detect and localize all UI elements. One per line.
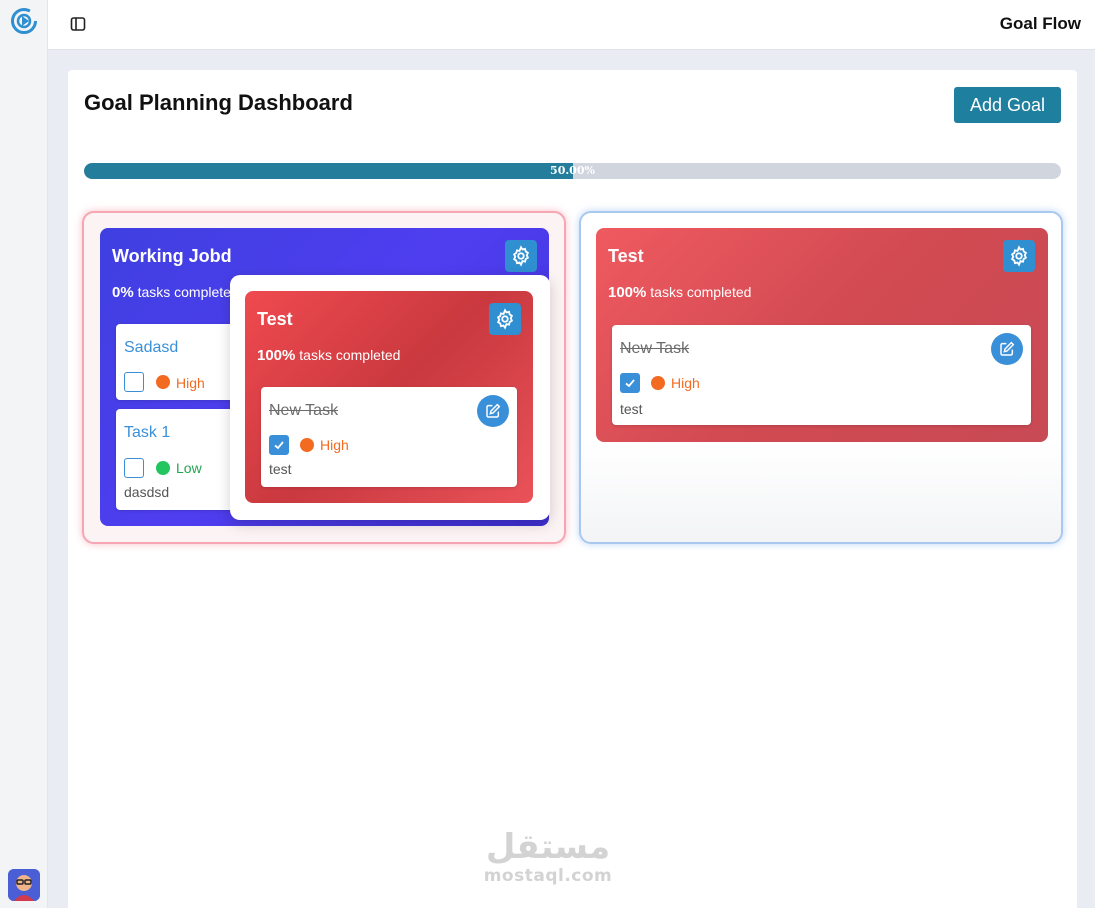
task-card[interactable]: New Task High test xyxy=(612,325,1031,425)
goal-target-icon[interactable] xyxy=(10,7,38,35)
page-title: Goal Planning Dashboard xyxy=(84,90,353,115)
watermark: مستقل mostaql.com xyxy=(482,828,614,886)
priority-label: High xyxy=(320,437,349,453)
watermark-latin: mostaql.com xyxy=(483,866,613,886)
task-description: test xyxy=(620,401,643,417)
goal-title: Test xyxy=(257,309,293,329)
priority-dot xyxy=(156,461,170,475)
goal-completion: 100% tasks completed xyxy=(608,284,751,301)
dashboard-panel: Goal Planning Dashboard Add Goal 50.00% … xyxy=(68,70,1077,908)
task-checkbox[interactable] xyxy=(620,373,640,393)
check-icon xyxy=(625,379,635,388)
drag-preview[interactable]: Test 100% tasks completed New Task High … xyxy=(230,275,550,520)
task-card[interactable]: Sadasd High xyxy=(116,324,246,400)
add-goal-button[interactable]: Add Goal xyxy=(954,87,1061,123)
edit-icon[interactable] xyxy=(991,333,1023,365)
progress-label: 50.00% xyxy=(550,164,595,177)
overall-progress-bar: 50.00% xyxy=(84,163,1061,179)
check-icon xyxy=(274,441,284,450)
task-title: New Task xyxy=(269,402,339,419)
goal-percent: 0% xyxy=(112,284,134,301)
priority-dot xyxy=(300,438,314,452)
goal-title: Working Jobd xyxy=(112,246,232,266)
left-rail xyxy=(0,0,48,908)
goal-title: Test xyxy=(608,246,644,266)
task-title: Task 1 xyxy=(124,424,171,441)
task-title: Sadasd xyxy=(124,339,179,356)
goal-card[interactable]: Test 100% tasks completed New Task High … xyxy=(596,228,1048,442)
avatar[interactable] xyxy=(8,869,40,901)
task-description: dasdsd xyxy=(124,484,170,500)
watermark-arabic: مستقل xyxy=(485,827,611,867)
task-card[interactable]: Task 1 Low dasdsd xyxy=(116,409,246,510)
goal-completion: 100% tasks completed xyxy=(257,347,400,364)
priority-dot xyxy=(156,375,170,389)
task-checkbox[interactable] xyxy=(124,372,144,392)
goal-card[interactable]: Test 100% tasks completed New Task High … xyxy=(245,291,533,503)
priority-dot xyxy=(651,376,665,390)
priority-label: High xyxy=(671,375,700,391)
app-title: Goal Flow xyxy=(999,14,1081,33)
goal-percent: 100% xyxy=(608,284,647,301)
gear-icon[interactable] xyxy=(505,240,537,272)
goal-percent-suffix: tasks completed xyxy=(295,347,401,363)
goal-percent-suffix: tasks completed xyxy=(133,284,239,300)
goal-percent: 100% xyxy=(257,347,296,364)
edit-icon[interactable] xyxy=(477,395,509,427)
task-checkbox[interactable] xyxy=(124,458,144,478)
goal-column[interactable]: Test 100% tasks completed New Task High … xyxy=(579,211,1063,544)
task-card[interactable]: New Task High test xyxy=(261,387,517,487)
task-checkbox[interactable] xyxy=(269,435,289,455)
top-bar: Goal Flow xyxy=(48,0,1095,50)
goal-percent-suffix: tasks completed xyxy=(646,284,752,300)
sidebar-toggle-icon[interactable] xyxy=(70,16,86,32)
priority-label: High xyxy=(176,375,205,391)
gear-icon[interactable] xyxy=(1003,240,1035,272)
task-description: test xyxy=(269,461,292,477)
task-title: New Task xyxy=(620,340,690,357)
goal-completion: 0% tasks completed xyxy=(112,284,239,301)
priority-label: Low xyxy=(176,460,202,476)
gear-icon[interactable] xyxy=(489,303,521,335)
